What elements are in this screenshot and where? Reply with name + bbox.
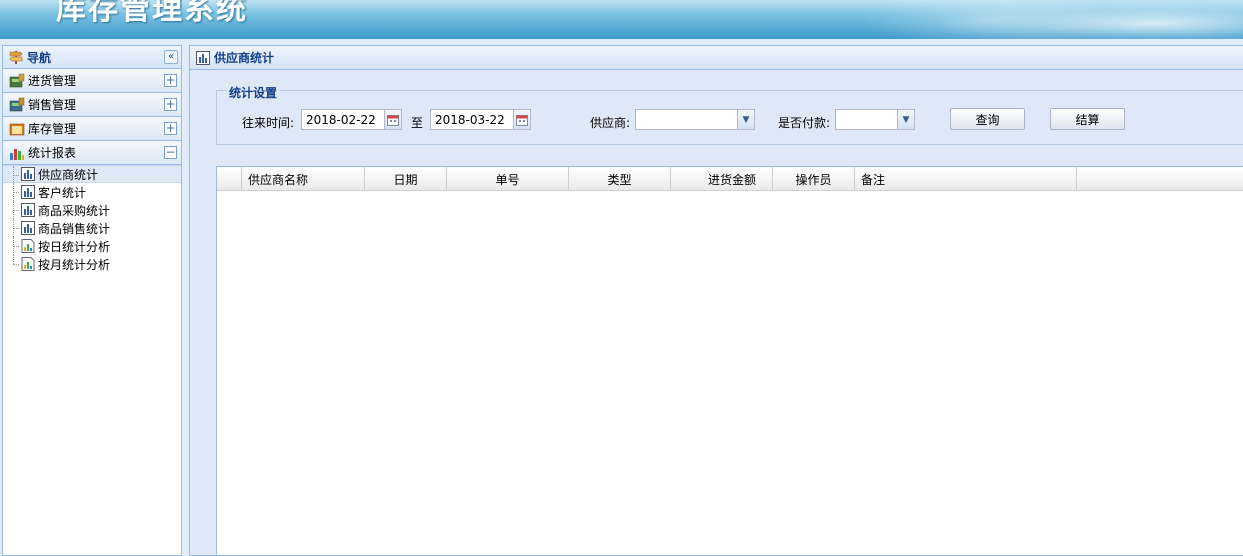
calendar-icon[interactable] — [513, 110, 530, 129]
column-header-order-number[interactable]: 单号 — [447, 167, 569, 191]
collapse-icon[interactable]: − — [164, 146, 177, 159]
report-icon — [21, 221, 35, 235]
query-button[interactable]: 查询 — [950, 108, 1025, 130]
paid-status-select[interactable]: ▼ — [835, 109, 915, 130]
collapse-sidebar-button[interactable]: « — [164, 50, 178, 64]
supplier-select[interactable]: ▼ — [635, 109, 755, 130]
report-icon — [21, 203, 35, 217]
start-date-field[interactable]: 2018-02-22 — [301, 109, 402, 130]
supplier-stats-grid: 供应商名称 日期 单号 类型 进货金额 操作员 备注 — [216, 166, 1243, 556]
sales-icon — [9, 97, 25, 113]
calendar-icon[interactable] — [384, 110, 401, 129]
settle-button[interactable]: 结算 — [1050, 108, 1125, 130]
chevron-down-icon[interactable]: ▼ — [737, 110, 754, 129]
settings-legend: 统计设置 — [226, 84, 281, 101]
main-panel-header: 供应商统计 — [190, 46, 1243, 70]
column-header-operator[interactable]: 操作员 — [773, 167, 855, 191]
report-tree: 供应商统计 客户统计 商品采购统计 商品销售统计 按日统计分析 按月统计分析 — [3, 165, 181, 273]
grid-header: 供应商名称 日期 单号 类型 进货金额 操作员 备注 — [217, 167, 1243, 191]
tree-item-monthly-analysis[interactable]: 按月统计分析 — [3, 255, 181, 273]
color-chart-icon — [21, 257, 35, 271]
nav-title: 导航 — [27, 50, 52, 65]
grid-body — [217, 191, 1243, 555]
report-icon — [21, 185, 35, 199]
nav-section-label: 库存管理 — [28, 122, 77, 136]
column-header-date[interactable]: 日期 — [365, 167, 447, 191]
nav-section-inventory[interactable]: 库存管理 + — [3, 117, 181, 141]
nav-header: 导航 « — [3, 46, 181, 69]
tree-item-purchase-stats[interactable]: 商品采购统计 — [3, 201, 181, 219]
paid-label: 是否付款: — [778, 116, 831, 130]
chevron-down-icon[interactable]: ▼ — [897, 110, 914, 129]
column-header-supplier-name[interactable]: 供应商名称 — [242, 167, 365, 191]
nav-section-label: 统计报表 — [28, 146, 77, 160]
report-icon — [195, 50, 211, 66]
row-number-column — [217, 167, 242, 191]
nav-section-sales[interactable]: 销售管理 + — [3, 93, 181, 117]
expand-icon[interactable]: + — [164, 98, 177, 111]
color-chart-icon — [21, 239, 35, 253]
column-header-type[interactable]: 类型 — [569, 167, 671, 191]
purchase-icon — [9, 73, 25, 89]
app-title: 库存管理系统 — [56, 0, 248, 27]
column-header-purchase-amount[interactable]: 进货金额 — [671, 167, 773, 191]
nav-section-reports[interactable]: 统计报表 − — [3, 141, 181, 165]
nav-section-purchase[interactable]: 进货管理 + — [3, 69, 181, 93]
tree-item-customer-stats[interactable]: 客户统计 — [3, 183, 181, 201]
to-label: 至 — [411, 116, 424, 130]
tree-item-daily-analysis[interactable]: 按日统计分析 — [3, 237, 181, 255]
end-date-field[interactable]: 2018-03-22 — [430, 109, 531, 130]
tree-item-sales-stats[interactable]: 商品销售统计 — [3, 219, 181, 237]
app-header: 库存管理系统 — [0, 0, 1243, 39]
main-panel-title: 供应商统计 — [214, 51, 275, 65]
expand-icon[interactable]: + — [164, 74, 177, 87]
tree-item-supplier-stats[interactable]: 供应商统计 — [3, 165, 181, 184]
bar-chart-icon — [9, 145, 25, 161]
report-icon — [21, 167, 35, 181]
nav-section-label: 销售管理 — [28, 98, 77, 112]
header-globe-decoration — [943, 0, 1243, 39]
navigation-sidebar: 导航 « 进货管理 + 销售管理 + 库存管理 + 统计报表 − 供应商统计 客… — [2, 45, 182, 556]
column-header-remarks[interactable]: 备注 — [855, 167, 1077, 191]
nav-section-label: 进货管理 — [28, 74, 77, 88]
signpost-icon — [8, 49, 24, 65]
supplier-label: 供应商: — [590, 116, 631, 130]
expand-icon[interactable]: + — [164, 122, 177, 135]
time-range-label: 往来时间: — [242, 116, 295, 130]
folder-icon — [9, 121, 25, 137]
